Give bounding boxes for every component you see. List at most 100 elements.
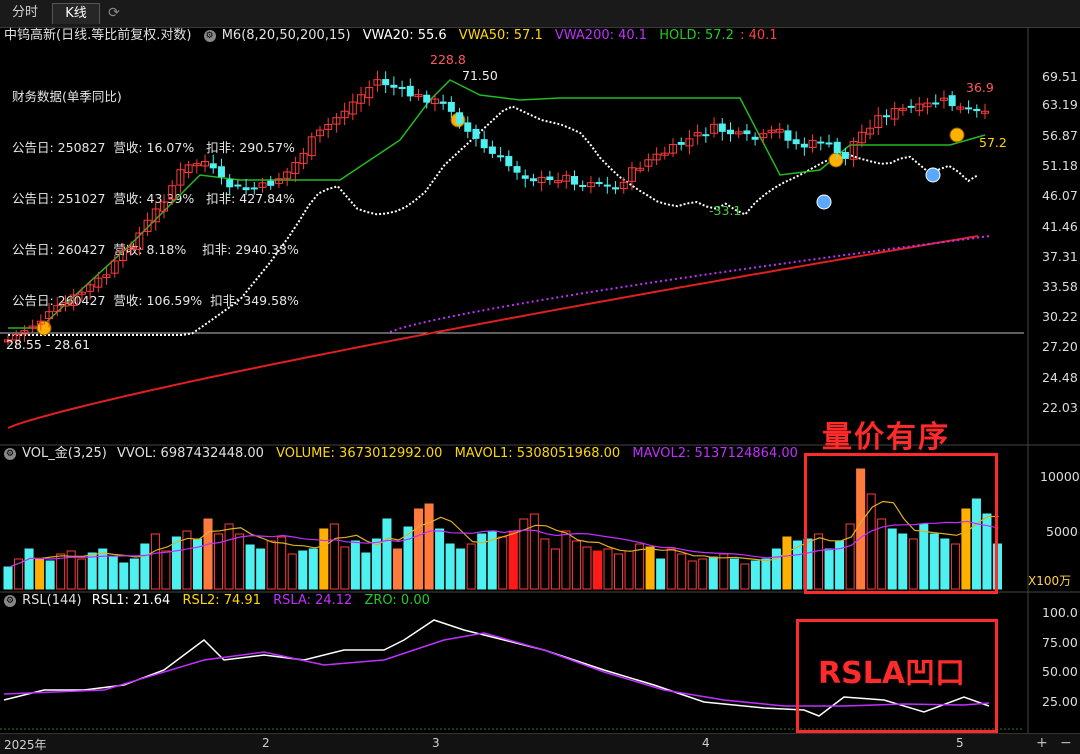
volume-bar xyxy=(319,528,329,590)
candle-body xyxy=(973,108,981,112)
rsl-tick: 50.00 xyxy=(1042,664,1078,679)
candle-body xyxy=(513,166,521,173)
volume-unit: X100万 xyxy=(1028,574,1072,588)
candle-body xyxy=(669,143,678,154)
candle-body xyxy=(710,123,719,134)
candle-body xyxy=(619,181,628,189)
date-label: 2025年 xyxy=(4,738,47,752)
candle-body xyxy=(825,142,833,145)
hold-second-value: : 40.1 xyxy=(740,28,778,43)
candle-body xyxy=(866,127,875,135)
candle-body xyxy=(447,101,455,112)
volume-bar xyxy=(635,543,645,590)
gear-icon[interactable]: ⚙ xyxy=(4,447,16,460)
volume-bar xyxy=(445,543,455,590)
candle-body xyxy=(382,79,390,86)
gear-icon[interactable]: ⚙ xyxy=(4,594,16,607)
volume-bar xyxy=(435,528,445,590)
candle-body xyxy=(627,167,636,182)
volume-bar xyxy=(529,513,539,590)
volume-bar xyxy=(750,560,760,590)
volume-bar xyxy=(277,536,287,590)
rsl-callout-text: RSLA凹口 xyxy=(818,656,966,691)
tab-intraday[interactable]: 分时 xyxy=(2,3,48,23)
price-tick: 56.87 xyxy=(1042,128,1078,143)
volume-bar xyxy=(214,533,224,590)
date-label: 3 xyxy=(432,736,440,750)
candle-body xyxy=(546,176,554,181)
candle-body xyxy=(702,134,710,137)
volume-bar xyxy=(424,503,434,590)
indicator-params: M6(8,20,50,200,15) xyxy=(221,28,351,43)
volume-bar xyxy=(466,543,476,590)
rsla-value: RSLA: 24.12 xyxy=(273,593,353,608)
candle-body xyxy=(882,115,890,118)
mavol1-value: MAVOL1: 5308051968.00 xyxy=(454,446,621,461)
finance-panel: 财务数据(单季同比) 公告日: 250827 营收: 16.07% 扣非: 29… xyxy=(12,54,299,326)
candle-body xyxy=(800,143,808,148)
price-tick: 22.03 xyxy=(1042,400,1078,415)
candle-body xyxy=(529,178,537,182)
high-price-label: 71.50 xyxy=(462,68,498,83)
volume-bar xyxy=(361,552,371,590)
candle-body xyxy=(456,112,464,124)
volume-bar xyxy=(624,550,634,590)
volume-bar xyxy=(161,550,171,590)
rsl-tick: 75.00 xyxy=(1042,635,1078,650)
candle-body xyxy=(792,139,800,145)
volume-bar xyxy=(656,558,666,590)
finance-row: 公告日: 251027 营收: 43.39% 扣非: 427.84% xyxy=(12,191,295,206)
candle-body xyxy=(652,153,661,161)
zoom-in-button[interactable]: + xyxy=(1036,735,1048,751)
date-label: 4 xyxy=(702,736,710,750)
candle-body xyxy=(307,136,316,157)
zoom-out-button[interactable]: − xyxy=(1060,735,1072,751)
candle-body xyxy=(939,97,948,101)
sell-signal-icon xyxy=(925,167,941,183)
candle-body xyxy=(644,159,653,167)
gear-icon[interactable]: ⚙ xyxy=(203,29,216,42)
candle-body xyxy=(932,102,940,105)
rsl1-value: RSL1: 21.64 xyxy=(91,593,171,608)
volume-header: ⚙ VOL_金(3,25) VVOL: 6987432448.00 VOLUME… xyxy=(0,445,800,463)
candle-body xyxy=(390,84,398,88)
candle-body xyxy=(923,102,932,108)
volume-bar xyxy=(592,550,603,590)
volume-bar xyxy=(256,548,266,590)
volume-bar xyxy=(382,518,392,590)
candle-body xyxy=(324,124,333,130)
volume-bar xyxy=(771,548,781,590)
volume-bar xyxy=(87,552,97,590)
volume-bar xyxy=(645,546,655,590)
candle-body xyxy=(759,133,768,139)
volume-bar xyxy=(740,563,750,590)
volume-bar xyxy=(498,536,508,590)
buy-signal-icon xyxy=(828,152,844,168)
hold-value: HOLD: 57.2 xyxy=(659,28,734,43)
finance-row: 公告日: 250827 营收: 16.07% 扣非: 290.57% xyxy=(12,140,295,155)
vvol-value: VVOL: 6987432448.00 xyxy=(117,446,264,461)
volume-bar xyxy=(698,558,708,590)
refresh-icon[interactable]: ⟳ xyxy=(103,3,125,23)
price-tick: 41.46 xyxy=(1042,219,1078,234)
volume-bar xyxy=(792,540,803,590)
candle-body xyxy=(480,139,488,149)
recent-pct-label: 36.9 xyxy=(966,80,994,95)
volume-bar xyxy=(129,558,139,590)
price-tick: 51.18 xyxy=(1042,158,1078,173)
candle-body xyxy=(521,175,529,179)
price-tick: 24.48 xyxy=(1042,370,1078,385)
volume-bar xyxy=(77,558,87,590)
candle-body xyxy=(430,98,439,105)
candle-body xyxy=(505,156,513,167)
volume-bar xyxy=(508,530,518,590)
candle-body xyxy=(348,101,357,115)
candle-body xyxy=(907,105,915,108)
volume-bar xyxy=(3,566,13,590)
volume-bar xyxy=(266,540,276,590)
candle-body xyxy=(28,325,37,329)
volume-bar xyxy=(571,540,581,590)
candle-body xyxy=(808,139,817,148)
price-tick: 63.19 xyxy=(1042,97,1078,112)
tab-kline[interactable]: K线 xyxy=(52,3,100,24)
